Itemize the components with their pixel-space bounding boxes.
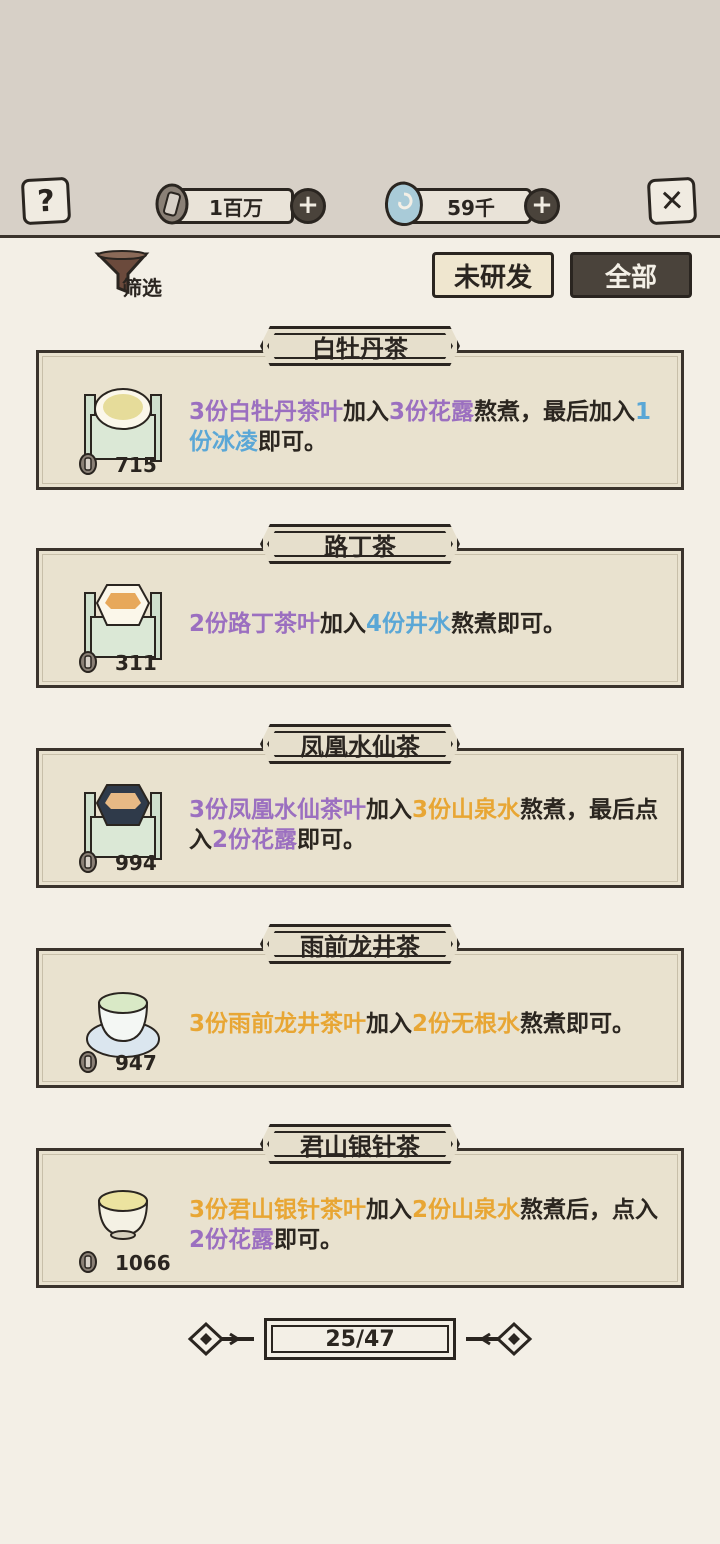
recipe-title: 君山银针茶 [300, 1132, 420, 1161]
coin-icon [77, 453, 97, 475]
recipe-text-part: 熬煮，最后加入 [474, 399, 636, 425]
recipe-text-part: 4份井水 [366, 611, 452, 637]
recipe-text-part: 熬煮后，点入 [520, 1197, 659, 1223]
coin-icon [77, 851, 97, 873]
jade-icon [382, 180, 426, 228]
recipe-text: 3份凤凰水仙茶叶加入3份山泉水熬煮，最后点入2份花露即可。 [189, 795, 659, 855]
recipe-text-part: 2份路丁茶叶 [189, 611, 321, 637]
recipe-text-part: 加入 [366, 797, 413, 823]
recipe-title: 凤凰水仙茶 [300, 732, 420, 761]
tab-all[interactable]: 全部 [570, 252, 692, 298]
recipe-text-part: 2份花露 [189, 1227, 275, 1253]
recipe-text-part: 3份凤凰水仙茶叶 [189, 797, 367, 823]
recipe-text: 3份君山银针茶叶加入2份山泉水熬煮后，点入 2份花露即可。 [189, 1195, 659, 1255]
recipe-text-part: 2份花露 [212, 827, 298, 853]
coin-icon [77, 651, 97, 673]
arrow-left-icon [187, 1321, 254, 1357]
add-jade-button[interactable]: + [524, 188, 560, 224]
recipe-card[interactable]: 715 3份白牡丹茶叶加入3份花露熬煮，最后加入1份冰凌即可。 [36, 350, 684, 490]
question-icon: ? [36, 183, 56, 219]
recipe-title-plaque: 白牡丹茶 [260, 326, 460, 366]
recipe-title-plaque: 路丁茶 [260, 524, 460, 564]
next-page-button[interactable] [464, 1316, 534, 1362]
recipe-text-part: 即可。 [297, 827, 367, 853]
plus-icon: + [531, 190, 553, 220]
recipe-price: 947 [115, 1051, 157, 1075]
recipe-title: 雨前龙井茶 [300, 932, 420, 961]
recipe-text-part: 3份花露 [389, 399, 475, 425]
recipe-text-part: 即可。 [274, 1227, 344, 1253]
recipe-card[interactable]: 311 2份路丁茶叶加入4份井水熬煮即可。 [36, 548, 684, 688]
coins-value: 1百万 [209, 195, 263, 220]
recipe-text-part: 3份山泉水 [412, 797, 521, 823]
recipe-text: 3份雨前龙井茶叶加入2份无根水熬煮即可。 [189, 1009, 659, 1039]
recipe-card[interactable]: 994 3份凤凰水仙茶叶加入3份山泉水熬煮，最后点入2份花露即可。 [36, 748, 684, 888]
page-indicator: 25/47 [264, 1318, 456, 1360]
recipe-text-part: 3份雨前龙井茶叶 [189, 1011, 367, 1037]
add-coins-button[interactable]: + [290, 188, 326, 224]
recipe-price: 1066 [115, 1251, 171, 1275]
plus-icon: + [297, 190, 319, 220]
recipe-title-plaque: 凤凰水仙茶 [260, 724, 460, 764]
recipe-text-part: 2份山泉水 [412, 1197, 521, 1223]
recipe-text: 2份路丁茶叶加入4份井水熬煮即可。 [189, 609, 659, 639]
help-button[interactable]: ? [20, 176, 72, 226]
coin-icon [77, 1251, 97, 1273]
jade-value: 59千 [447, 195, 495, 220]
top-band-edge [0, 232, 720, 240]
recipe-text-part: 加入 [343, 399, 390, 425]
tab-all-label: 全部 [604, 262, 657, 293]
recipe-text: 3份白牡丹茶叶加入3份花露熬煮，最后加入1份冰凌即可。 [189, 397, 659, 457]
recipe-price: 715 [115, 453, 157, 477]
recipe-text-part: 加入 [366, 1197, 413, 1223]
recipe-title: 白牡丹茶 [312, 334, 408, 363]
tab-undeveloped-label: 未研发 [453, 262, 532, 293]
coin-icon [77, 1051, 97, 1073]
recipe-text-part: 即可。 [258, 429, 327, 455]
close-icon: ✕ [658, 182, 686, 220]
prev-page-button[interactable] [186, 1316, 256, 1362]
recipe-title-plaque: 雨前龙井茶 [260, 924, 460, 964]
close-button[interactable]: ✕ [646, 176, 698, 226]
top-band [0, 0, 720, 238]
arrow-right-icon [466, 1321, 533, 1357]
recipe-text-part: 熬煮即可。 [451, 611, 567, 637]
recipe-text-part: 熬煮即可。 [520, 1011, 636, 1037]
recipe-price: 994 [115, 851, 157, 875]
recipe-text-part: 3份君山银针茶叶 [189, 1197, 367, 1223]
recipe-text-part: 加入 [320, 611, 367, 637]
recipe-text-part: 2份无根水 [412, 1011, 521, 1037]
filter-label: 筛选 [122, 276, 162, 300]
recipe-text-part: 3份白牡丹茶叶 [189, 399, 344, 425]
page-label: 25/47 [325, 1326, 395, 1352]
recipe-text-part: 加入 [366, 1011, 413, 1037]
recipe-title-plaque: 君山银针茶 [260, 1124, 460, 1164]
recipe-price: 311 [115, 651, 157, 675]
recipe-card[interactable]: 947 3份雨前龙井茶叶加入2份无根水熬煮即可。 [36, 948, 684, 1088]
tab-undeveloped[interactable]: 未研发 [432, 252, 554, 298]
coin-icon [150, 180, 194, 228]
recipe-title: 路丁茶 [324, 532, 396, 561]
recipe-card[interactable]: 1066 3份君山银针茶叶加入2份山泉水熬煮后，点入 2份花露即可。 [36, 1148, 684, 1288]
